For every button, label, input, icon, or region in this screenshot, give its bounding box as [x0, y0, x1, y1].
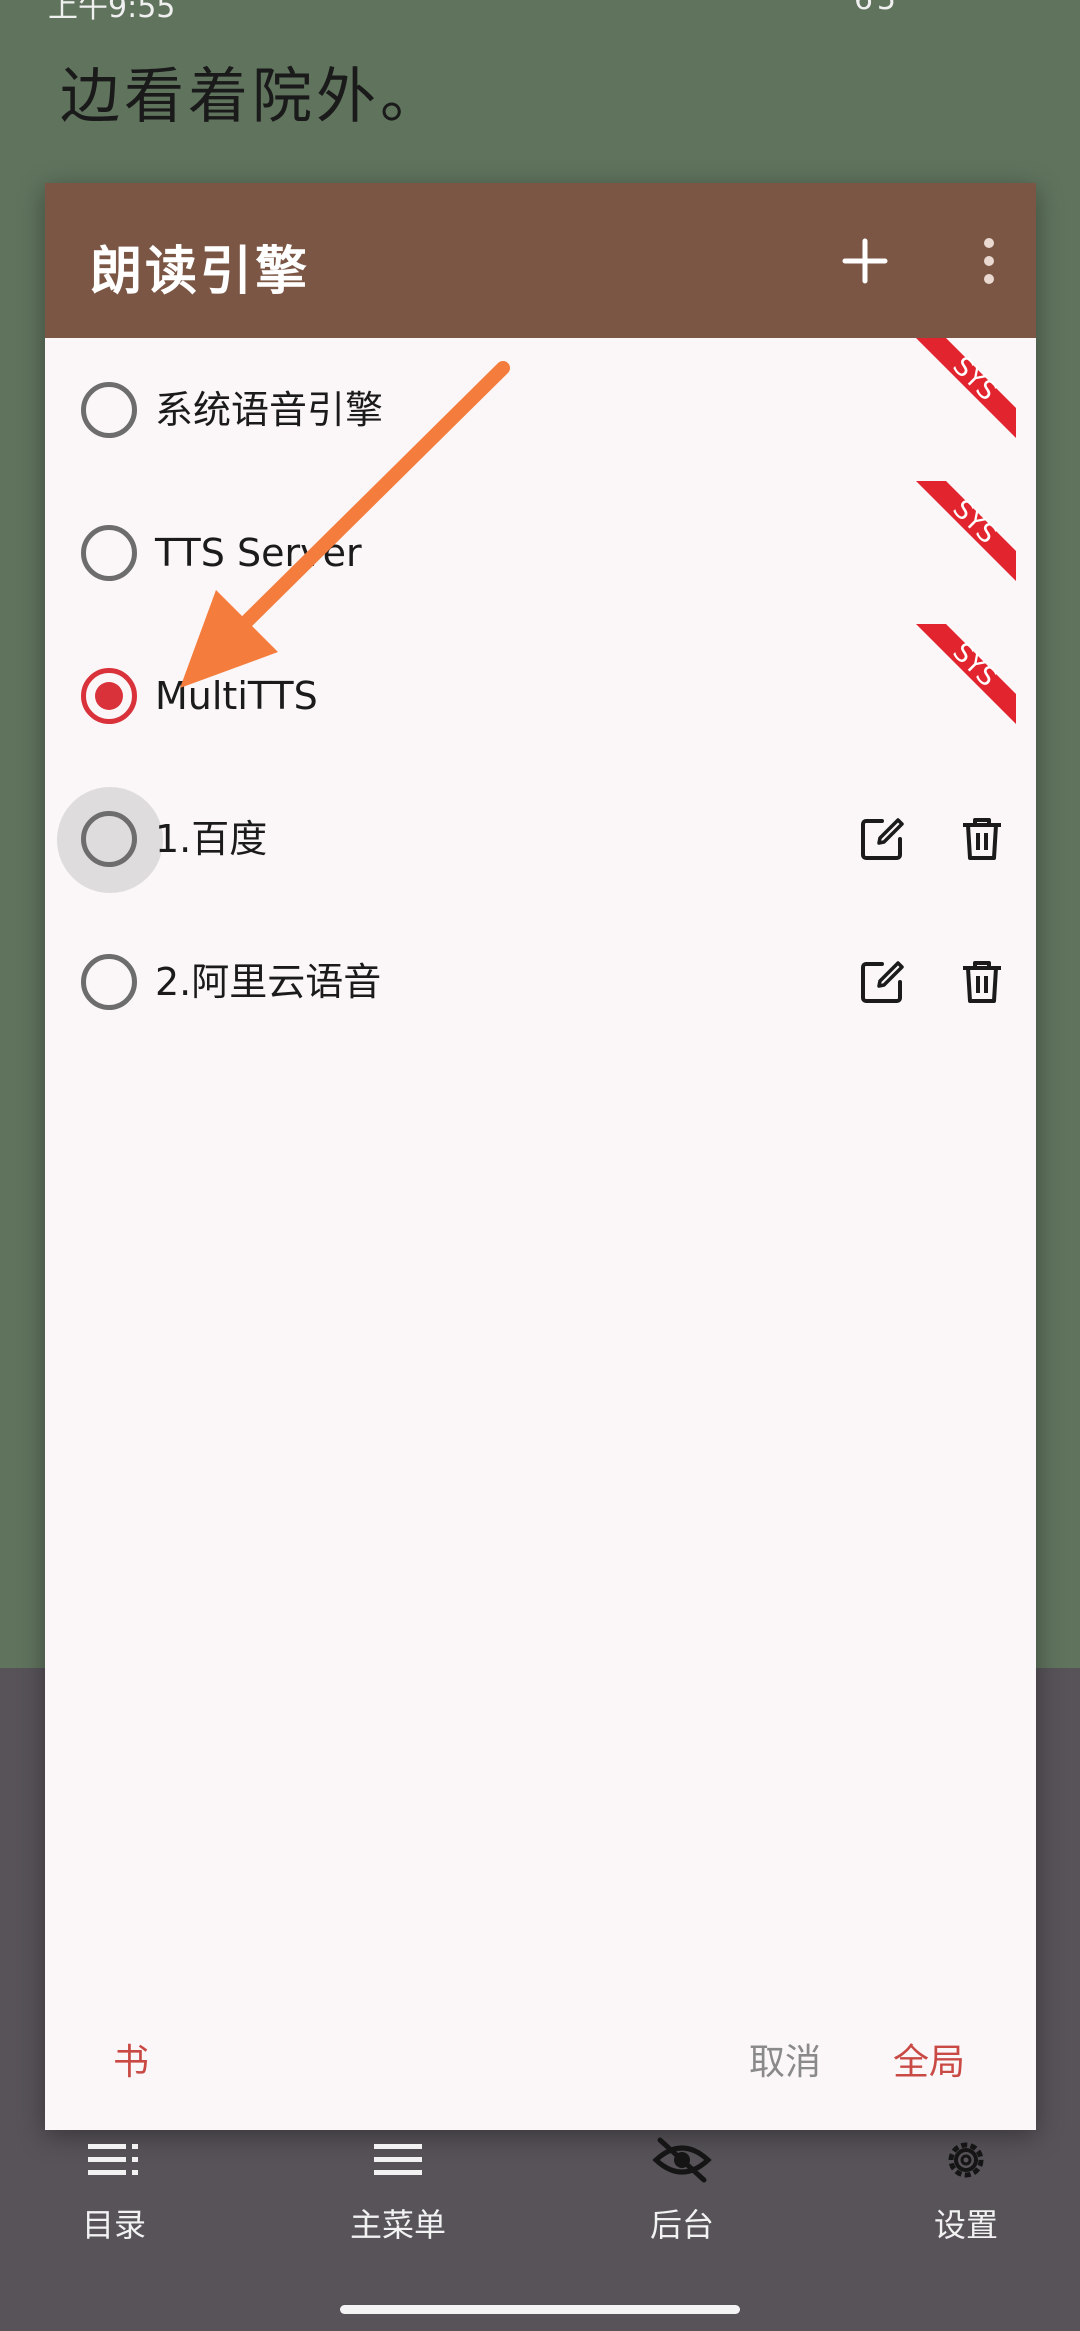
menu-icon	[374, 2144, 422, 2175]
edit-button[interactable]	[850, 807, 914, 871]
sys-badge: SYS	[916, 338, 1016, 438]
cancel-button[interactable]: 取消	[749, 2033, 821, 2093]
sys-badge: SYS	[916, 624, 1016, 724]
radio-button[interactable]	[81, 382, 137, 438]
menu-label: 后台	[649, 2206, 714, 2244]
more-options-button[interactable]	[965, 229, 1013, 293]
engine-label: 2.阿里云语音	[155, 960, 382, 1004]
global-button[interactable]: 全局	[893, 2033, 965, 2093]
engine-row-tts-server[interactable]: TTS Server SYS	[45, 481, 1036, 624]
sys-badge: SYS	[916, 481, 1016, 581]
dialog-footer: 书 取消 全局	[45, 2033, 1036, 2103]
book-button[interactable]: 书	[113, 2033, 149, 2093]
reader-content-text: 边看着院外。	[60, 62, 444, 132]
menu-item-settings[interactable]: 设置	[886, 2130, 1046, 2246]
engine-label: TTS Server	[155, 531, 362, 575]
radio-button[interactable]	[81, 954, 137, 1010]
status-bar: 上午9:55 65	[0, 0, 1080, 25]
engine-label: 1.百度	[155, 817, 268, 861]
menu-item-main-menu[interactable]: 主菜单	[318, 2130, 478, 2246]
add-engine-button[interactable]	[833, 229, 897, 293]
dialog-header: 朗读引擎	[45, 183, 1036, 338]
edit-icon	[861, 961, 904, 1003]
radio-button[interactable]	[81, 811, 137, 867]
edit-button[interactable]	[850, 950, 914, 1014]
gear-icon	[948, 2142, 984, 2178]
radio-button[interactable]	[81, 525, 137, 581]
trash-icon	[963, 818, 1001, 860]
delete-button[interactable]	[950, 807, 1014, 871]
status-time: 上午9:55	[48, 0, 176, 25]
menu-item-toc[interactable]: 目录	[34, 2130, 194, 2246]
engine-label: 系统语音引擎	[155, 388, 384, 432]
engine-row-aliyun[interactable]: 2.阿里云语音	[45, 910, 1036, 1053]
eye-off-icon	[652, 2137, 712, 2183]
plus-icon	[842, 238, 888, 284]
more-vert-icon	[984, 238, 994, 284]
menu-label: 主菜单	[349, 2206, 446, 2244]
toc-icon	[88, 2144, 138, 2175]
trash-icon	[963, 961, 1001, 1003]
menu-label: 设置	[933, 2206, 998, 2244]
menu-item-background[interactable]: 后台	[602, 2130, 762, 2246]
dialog-title: 朗读引擎	[90, 242, 311, 302]
delete-button[interactable]	[950, 950, 1014, 1014]
battery-level: 65	[854, 0, 900, 17]
home-indicator[interactable]	[340, 2305, 740, 2314]
menu-label: 目录	[81, 2206, 146, 2244]
tts-engine-dialog: 朗读引擎 系统语音引擎 SYS TTS Server SYS MultiTTS …	[45, 183, 1036, 2130]
edit-icon	[861, 818, 904, 860]
radio-button-selected[interactable]	[81, 668, 137, 724]
engine-label: MultiTTS	[155, 674, 318, 718]
engine-row-baidu[interactable]: 1.百度	[45, 767, 1036, 910]
engine-row-multitts[interactable]: MultiTTS SYS	[45, 624, 1036, 767]
reader-bottom-menu: 目录 主菜单 后台 设置	[0, 2130, 1080, 2270]
engine-row-system[interactable]: 系统语音引擎 SYS	[45, 338, 1036, 481]
